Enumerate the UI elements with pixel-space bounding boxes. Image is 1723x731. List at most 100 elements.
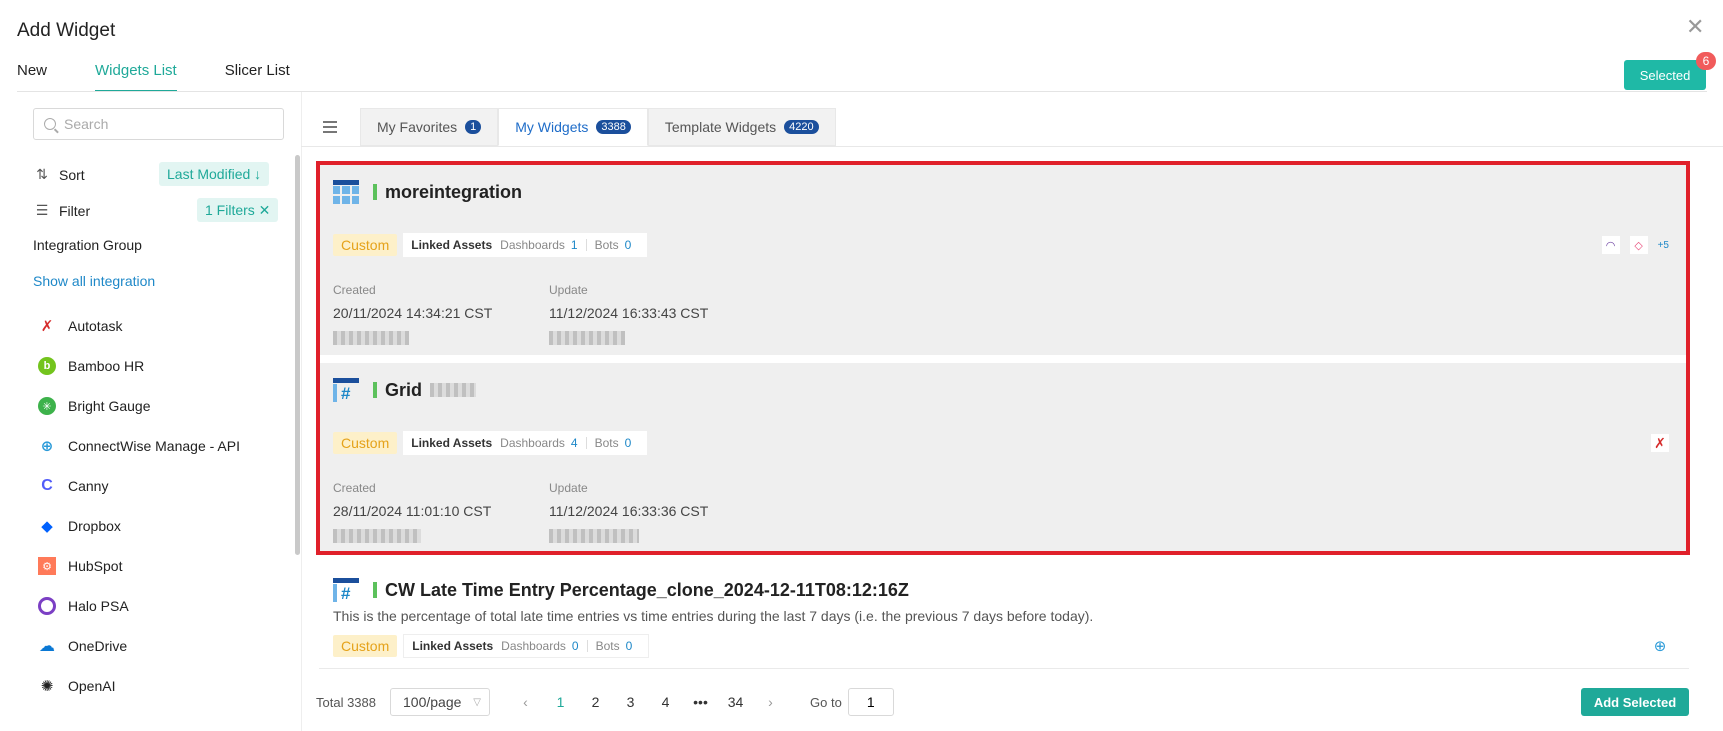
bots-count[interactable]: 0 bbox=[625, 436, 632, 450]
update-label: Update bbox=[549, 481, 588, 495]
widget-meta: Custom Linked Assets Dashboards 4 Bots 0 bbox=[333, 431, 648, 455]
main-tabs: New Widgets List Slicer List bbox=[17, 62, 338, 92]
custom-tag: Custom bbox=[333, 432, 398, 454]
bots-label: Bots bbox=[594, 238, 619, 252]
integration-item-openai[interactable]: ✺ OpenAI bbox=[38, 674, 116, 698]
linked-assets: Linked Assets Dashboards 1 Bots 0 bbox=[403, 233, 648, 257]
created-info: Created 28/11/2024 11:01:10 CST bbox=[333, 481, 573, 545]
count-badge: 4220 bbox=[784, 120, 819, 134]
linked-assets-label: Linked Assets bbox=[411, 436, 493, 450]
integration-item-autotask[interactable]: ✗ Autotask bbox=[38, 314, 123, 338]
goto-page-input[interactable] bbox=[847, 688, 894, 716]
canny-icon: C bbox=[41, 477, 53, 494]
page-button[interactable]: 34 bbox=[718, 694, 753, 710]
widget-integrations: ✗ bbox=[1651, 434, 1669, 452]
created-info: Created 20/11/2024 14:34:21 CST bbox=[333, 283, 573, 347]
autotask-icon: ✗ bbox=[40, 318, 54, 335]
widget-card[interactable]: # Grid Custom Linked Assets Dashboards 4… bbox=[319, 363, 1689, 553]
tab-my-favorites[interactable]: My Favorites 1 bbox=[360, 108, 499, 146]
page-size-value: 100/page bbox=[403, 694, 462, 710]
dashboards-label: Dashboards bbox=[500, 436, 565, 450]
created-label: Created bbox=[333, 283, 376, 297]
onedrive-icon: ☁ bbox=[39, 638, 55, 655]
widget-meta: Custom Linked Assets Dashboards 0 Bots 0 bbox=[333, 634, 650, 658]
divider bbox=[301, 146, 1723, 147]
integration-item-canny[interactable]: C Canny bbox=[38, 474, 108, 498]
menu-icon[interactable] bbox=[323, 121, 337, 136]
title-redacted bbox=[430, 383, 477, 397]
bots-label: Bots bbox=[594, 436, 619, 450]
pagination: Total 3388 100/page ▽ ‹ 1 2 3 4 ••• 34 ›… bbox=[316, 688, 894, 716]
tab-slicer-list[interactable]: Slicer List bbox=[225, 62, 290, 92]
divider bbox=[17, 91, 1707, 92]
updated-by-redacted bbox=[549, 528, 639, 543]
filter-chip[interactable]: 1 Filters ✕ bbox=[197, 198, 279, 222]
page-button[interactable]: 3 bbox=[613, 694, 648, 710]
created-label: Created bbox=[333, 481, 376, 495]
tab-my-widgets[interactable]: My Widgets 3388 bbox=[498, 108, 648, 146]
tab-label: Template Widgets bbox=[664, 119, 777, 135]
prev-page-icon[interactable]: ‹ bbox=[508, 694, 543, 710]
search-input[interactable] bbox=[64, 116, 264, 132]
page-button[interactable]: 2 bbox=[578, 694, 613, 710]
dashboards-count[interactable]: 4 bbox=[571, 436, 578, 450]
chevron-down-icon: ▽ bbox=[473, 696, 481, 708]
integration-item-connectwise[interactable]: ⊕ ConnectWise Manage - API bbox=[38, 434, 240, 458]
update-label: Update bbox=[549, 283, 588, 297]
integration-item-halo-psa[interactable]: Halo PSA bbox=[38, 594, 129, 618]
integration-item-bright-gauge[interactable]: ✳ Bright Gauge bbox=[38, 394, 151, 418]
integration-label: Halo PSA bbox=[68, 598, 129, 614]
sort-chip[interactable]: Last Modified ↓ bbox=[159, 162, 270, 186]
dashboards-count[interactable]: 0 bbox=[572, 639, 579, 653]
integration-item-onedrive[interactable]: ☁ OneDrive bbox=[38, 634, 127, 658]
linked-assets-label: Linked Assets bbox=[411, 238, 493, 252]
show-all-integration-link[interactable]: Show all integration bbox=[33, 273, 155, 289]
total-count: Total 3388 bbox=[316, 694, 376, 710]
widget-title: Grid bbox=[385, 379, 423, 400]
created-date: 28/11/2024 11:01:10 CST bbox=[333, 503, 492, 519]
tab-template-widgets[interactable]: Template Widgets 4220 bbox=[647, 108, 836, 146]
filter-label: Filter bbox=[59, 202, 91, 219]
bots-count[interactable]: 0 bbox=[626, 639, 633, 653]
widget-card[interactable]: moreintegration Custom Linked Assets Das… bbox=[319, 165, 1689, 355]
dashboards-count[interactable]: 1 bbox=[571, 238, 578, 252]
sort-label: Sort bbox=[59, 166, 85, 183]
integration-item-bamboo-hr[interactable]: b Bamboo HR bbox=[38, 354, 144, 378]
dropbox-icon: ◆ bbox=[41, 518, 53, 535]
integration-label: Autotask bbox=[68, 318, 123, 334]
page-button[interactable]: 1 bbox=[543, 694, 578, 710]
page-button[interactable]: 4 bbox=[648, 694, 683, 710]
more-integrations-count[interactable]: +5 bbox=[1658, 240, 1669, 251]
widget-description: This is the percentage of total late tim… bbox=[333, 608, 1094, 624]
hubspot-icon: ⚙ bbox=[38, 557, 56, 575]
autotask-icon: ✗ bbox=[1651, 434, 1669, 452]
widget-meta: Custom Linked Assets Dashboards 1 Bots 0 bbox=[333, 233, 648, 257]
connectwise-icon: ⊕ bbox=[1651, 637, 1669, 655]
integration-label: Bright Gauge bbox=[68, 398, 151, 414]
linked-assets: Linked Assets Dashboards 4 Bots 0 bbox=[403, 431, 648, 455]
selected-button[interactable]: Selected bbox=[1624, 60, 1706, 90]
status-bar bbox=[373, 184, 377, 200]
integration-label: OneDrive bbox=[68, 638, 128, 654]
created-by-redacted bbox=[333, 528, 421, 543]
custom-tag: Custom bbox=[333, 635, 398, 657]
status-bar bbox=[373, 582, 377, 598]
widget-title: CW Late Time Entry Percentage_clone_2024… bbox=[385, 579, 909, 600]
connectwise-icon: ⊕ bbox=[40, 438, 54, 455]
tab-new[interactable]: New bbox=[17, 62, 47, 92]
integration-item-hubspot[interactable]: ⚙ HubSpot bbox=[38, 554, 122, 578]
tab-widgets-list[interactable]: Widgets List bbox=[95, 62, 177, 92]
widget-tabs: My Favorites 1 My Widgets 3388 Template … bbox=[360, 108, 836, 146]
bright-gauge-icon: ◠ bbox=[1601, 236, 1620, 254]
more-pages-icon[interactable]: ••• bbox=[683, 694, 718, 710]
integration-label: OpenAI bbox=[68, 678, 116, 694]
integration-item-dropbox[interactable]: ◆ Dropbox bbox=[38, 514, 121, 538]
widget-card[interactable]: # CW Late Time Entry Percentage_clone_20… bbox=[319, 562, 1689, 669]
close-icon[interactable]: ✕ bbox=[1686, 16, 1704, 38]
page-size-select[interactable]: 100/page ▽ bbox=[390, 688, 490, 716]
sidebar-scrollbar[interactable] bbox=[295, 155, 300, 555]
created-by-redacted bbox=[333, 330, 409, 345]
bots-count[interactable]: 0 bbox=[625, 238, 632, 252]
add-selected-button[interactable]: Add Selected bbox=[1581, 688, 1689, 716]
next-page-icon[interactable]: › bbox=[753, 694, 788, 710]
